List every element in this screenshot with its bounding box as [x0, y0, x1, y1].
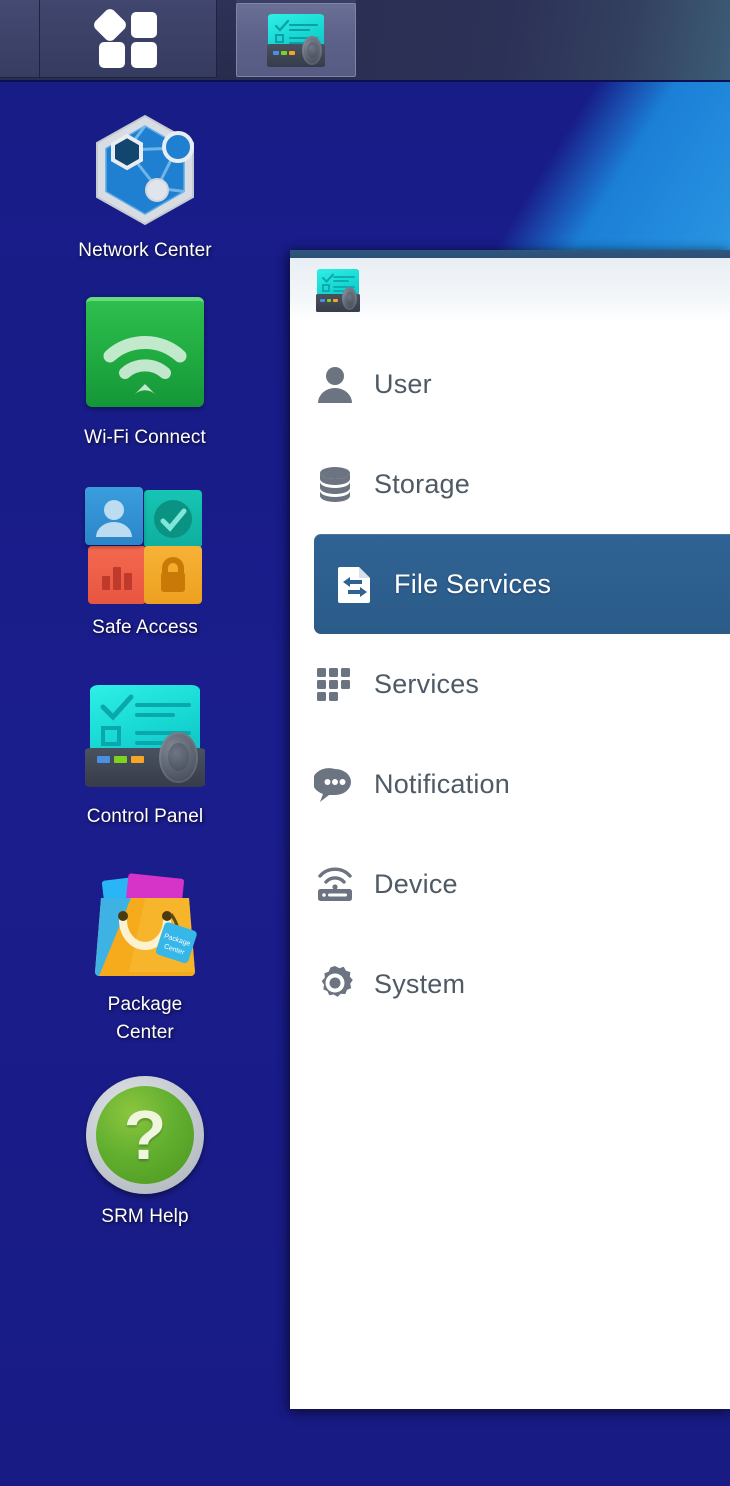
desktop-icon-label-line1: Package	[108, 994, 183, 1015]
control-panel-icon	[85, 676, 205, 796]
menu-item-notification[interactable]: Notification	[290, 734, 730, 834]
control-panel-icon	[267, 13, 325, 67]
menu-item-label: Storage	[374, 469, 470, 500]
desktop-icon-label: Package Center	[0, 991, 290, 1046]
question-mark-glyph: ?	[96, 1086, 194, 1184]
control-panel-window: User Storage	[290, 250, 730, 1409]
main-menu-button[interactable]	[40, 0, 217, 78]
desktop-icon-label: Wi-Fi Connect	[0, 424, 290, 452]
storage-icon	[314, 463, 356, 505]
desktop-icon-label: Control Panel	[0, 803, 290, 831]
desktop-icon-label: Network Center	[0, 237, 290, 265]
taskbar-empty-area	[356, 0, 730, 80]
taskbar-separator	[217, 0, 236, 80]
menu-item-device[interactable]: Device	[290, 834, 730, 934]
services-grid-icon	[314, 663, 356, 705]
menu-item-label: User	[374, 369, 432, 400]
desktop-icon-label: Safe Access	[0, 614, 290, 642]
desktop-icon-wifi-connect[interactable]: Wi-Fi Connect	[0, 297, 290, 452]
desktop-icon-label: SRM Help	[0, 1203, 290, 1231]
control-panel-icon	[316, 268, 360, 312]
taskbar	[0, 0, 730, 82]
menu-item-file-services[interactable]: File Services	[314, 534, 730, 634]
desktop-icon-safe-access[interactable]: Safe Access	[0, 487, 290, 642]
menu-item-user[interactable]: User	[290, 334, 730, 434]
taskbar-left-edge-button[interactable]	[0, 0, 40, 78]
desktop-icon-network-center[interactable]: Network Center	[0, 110, 290, 265]
menu-item-services[interactable]: Services	[290, 634, 730, 734]
control-panel-menu: User Storage	[290, 322, 730, 1034]
menu-item-label: File Services	[394, 569, 551, 600]
file-services-icon	[334, 563, 376, 605]
desktop-icon-package-center[interactable]: Package Center Package Center	[0, 864, 290, 1046]
package-center-icon: Package Center	[85, 864, 205, 984]
menu-item-label: Device	[374, 869, 458, 900]
user-icon	[314, 363, 356, 405]
desktop-icon-label-line2: Center	[116, 1022, 174, 1043]
srm-help-icon: ?	[85, 1076, 205, 1196]
menu-item-label: System	[374, 969, 465, 1000]
app-grid-icon	[97, 10, 159, 68]
network-center-icon	[85, 110, 205, 230]
system-gear-icon	[314, 963, 356, 1005]
menu-item-label: Services	[374, 669, 479, 700]
notification-icon	[314, 763, 356, 805]
desktop-shortcuts: Network Center Wi-Fi Connect	[0, 82, 290, 1231]
wifi-connect-icon	[85, 297, 205, 417]
desktop-icon-control-panel[interactable]: Control Panel	[0, 676, 290, 831]
menu-item-label: Notification	[374, 769, 510, 800]
desktop-icon-srm-help[interactable]: ? SRM Help	[0, 1076, 290, 1231]
safe-access-icon	[85, 487, 205, 607]
window-titlebar[interactable]	[290, 250, 730, 258]
window-header	[290, 258, 730, 322]
taskbar-task-control-panel[interactable]	[236, 3, 356, 77]
menu-item-storage[interactable]: Storage	[290, 434, 730, 534]
menu-item-system[interactable]: System	[290, 934, 730, 1034]
device-icon	[314, 863, 356, 905]
